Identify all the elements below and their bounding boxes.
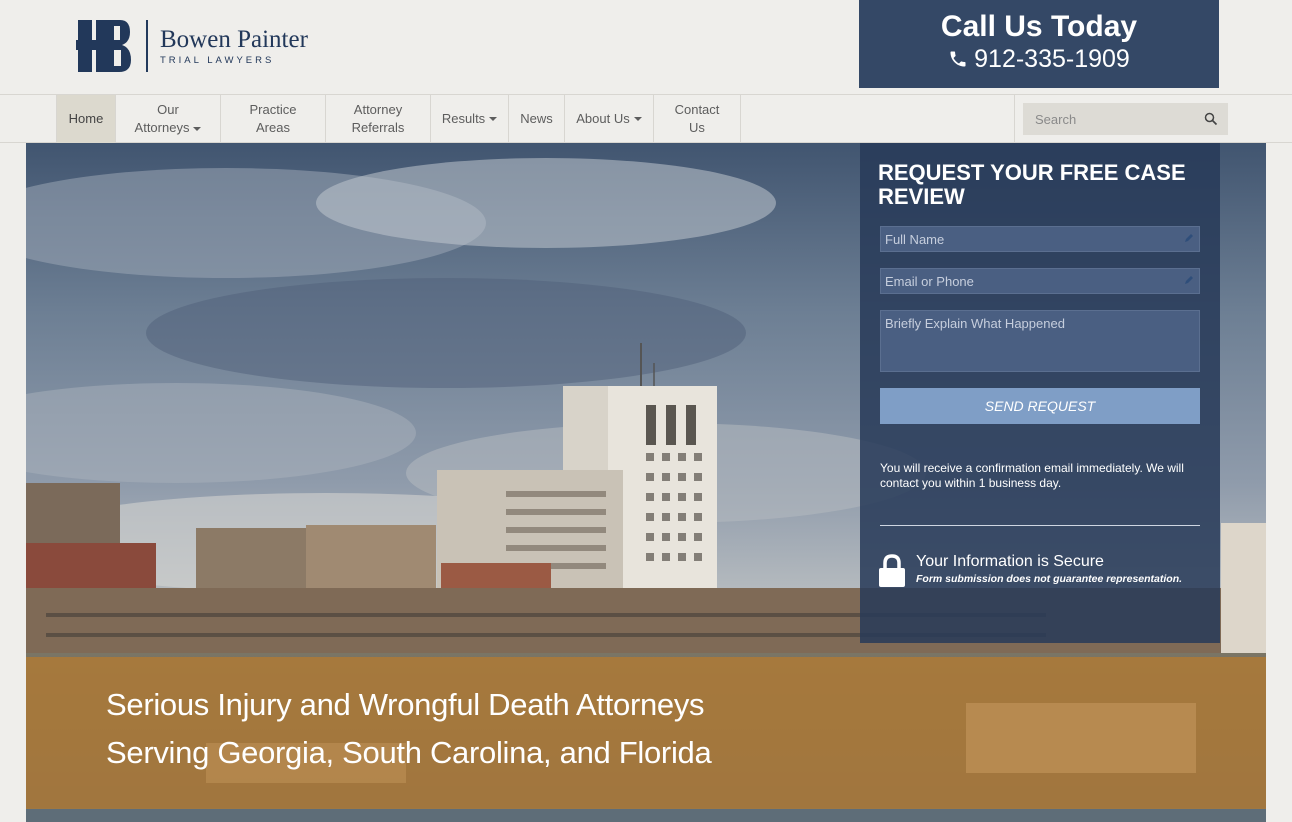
brand-name: Bowen Painter [160,25,308,53]
brand-subtitle: TRIAL LAWYERS [160,54,275,66]
search-area [1014,95,1292,143]
main-nav: Home Our Attorneys Practice Areas Attorn… [0,94,1292,143]
chevron-down-icon [193,126,202,131]
nav-contact-us[interactable]: Contact Us [654,95,741,143]
phone-icon [950,51,966,67]
chevron-down-icon [489,117,498,121]
search-box [1023,103,1228,135]
logo[interactable]: Bowen Painter TRIAL LAWYERS [76,18,308,74]
nav-attorney-referrals-line2: Referrals [351,120,405,135]
case-review-form: REQUEST YOUR FREE CASE REVIEW SEND REQUE… [860,143,1220,643]
form-title: REQUEST YOUR FREE CASE REVIEW [878,160,1186,209]
lock-icon [879,554,905,587]
logo-divider [146,20,148,72]
chevron-down-icon [633,117,642,121]
call-title: Call Us Today [940,10,1138,43]
nav-practice-areas-label: Practice Areas [250,101,297,137]
nav-attorney-referrals-line1: Attorney [353,102,403,117]
nav-results-label: Results [441,111,486,126]
send-request-button[interactable]: SEND REQUEST [880,388,1200,424]
confirmation-text: You will receive a confirmation email im… [880,461,1184,490]
message-field[interactable] [880,310,1200,372]
secure-title: Your Information is Secure [916,553,1104,570]
nav-home-label: Home [68,111,104,126]
name-field-wrap [860,226,1220,252]
nav-attorney-referrals-label: Attorney Referrals [352,101,405,137]
phone-number: 912-335-1909 [974,45,1130,73]
nav-home[interactable]: Home [57,95,116,143]
nav-our-attorneys-line2: Attorneys [134,120,190,135]
nav-practice-areas-line1: Practice [249,102,297,117]
pencil-icon [1185,234,1193,242]
secure-note: Form submission does not guarantee repre… [916,573,1183,585]
full-name-field[interactable] [880,226,1200,252]
nav-practice-areas[interactable]: Practice Areas [221,95,326,143]
logo-text: Bowen Painter TRIAL LAWYERS [160,25,308,66]
logo-mark-icon [76,18,132,74]
call-phone[interactable]: 912-335-1909 [859,45,1219,73]
nav-our-attorneys[interactable]: Our Attorneys [116,95,221,143]
nav-attorney-referrals[interactable]: Attorney Referrals [326,95,431,143]
form-divider [880,525,1200,526]
nav-practice-areas-line2: Areas [256,120,290,135]
nav-our-attorneys-line1: Our [157,102,179,117]
nav-about-us-label: About Us [576,111,630,126]
pencil-icon [1185,276,1193,284]
nav-contact-us-label: Contact Us [674,102,720,135]
hero-headline-line2: Serving Georgia, South Carolina, and Flo… [106,735,712,770]
email-phone-field[interactable] [880,268,1200,294]
nav-results[interactable]: Results [431,95,509,143]
hero-banner: Serious Injury and Wrongful Death Attorn… [26,657,1266,809]
nav-news-label: News [520,111,553,126]
hero-headline-line1: Serious Injury and Wrongful Death Attorn… [106,687,705,722]
site-header: Bowen Painter TRIAL LAWYERS Call Us Toda… [0,0,1292,94]
nav-list: Home Our Attorneys Practice Areas Attorn… [56,95,741,143]
nav-about-us[interactable]: About Us [565,95,654,143]
call-box[interactable]: Call Us Today 912-335-1909 [859,0,1219,88]
nav-our-attorneys-label: Our Attorneys [135,101,202,137]
search-input[interactable] [1023,111,1193,127]
contact-field-wrap [860,268,1220,294]
nav-news[interactable]: News [509,95,565,143]
search-icon[interactable] [1204,112,1218,126]
